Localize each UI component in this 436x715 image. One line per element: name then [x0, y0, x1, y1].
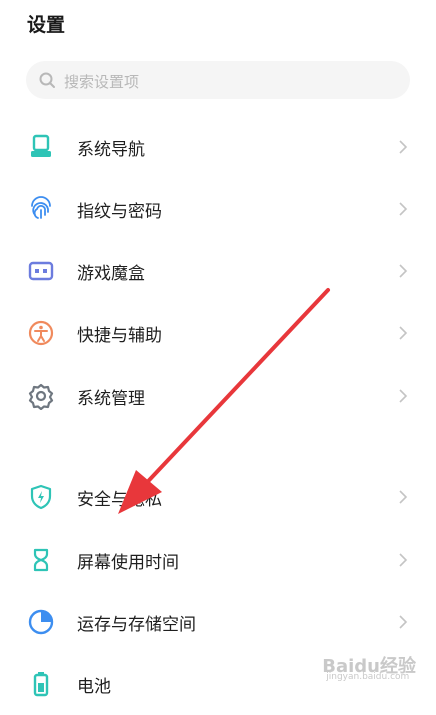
baidu-watermark: Baidu经验 jingyan.baidu.com: [322, 652, 416, 682]
annotation-arrow: [118, 288, 330, 514]
watermark-url: jingyan.baidu.com: [326, 672, 410, 682]
